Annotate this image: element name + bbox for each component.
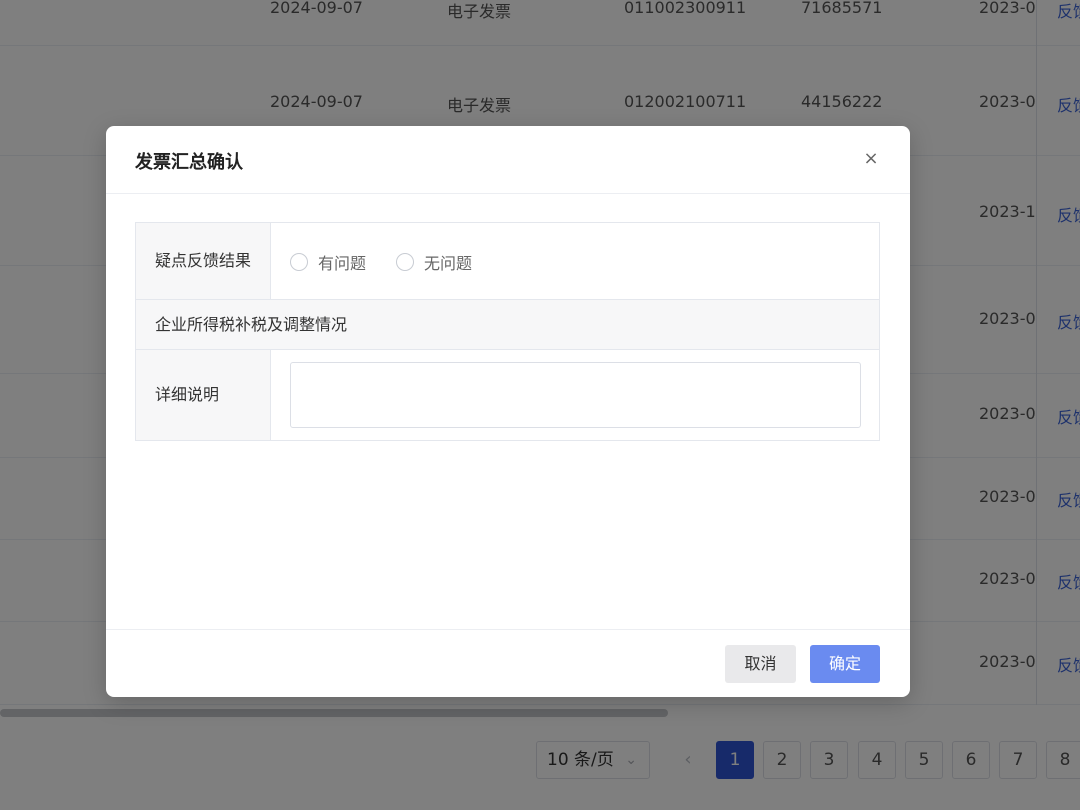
confirm-form: 疑点反馈结果 有问题 无问题 企业所得税补税及调整情况 详细说明 bbox=[135, 222, 880, 441]
section-title: 企业所得税补税及调整情况 bbox=[155, 315, 348, 334]
radio-has-problem[interactable]: 有问题 bbox=[290, 251, 366, 273]
form-row-detail: 详细说明 bbox=[136, 350, 879, 440]
dialog-title: 发票汇总确认 bbox=[135, 152, 243, 173]
feedback-result-options: 有问题 无问题 bbox=[271, 223, 879, 299]
radio-circle-icon[interactable] bbox=[290, 253, 308, 271]
radio-label: 无问题 bbox=[424, 254, 473, 273]
dialog-header: 发票汇总确认 × bbox=[106, 126, 910, 194]
dialog-footer: 取消 确定 bbox=[106, 629, 910, 697]
radio-label: 有问题 bbox=[318, 254, 367, 273]
detail-textarea[interactable] bbox=[290, 362, 861, 428]
form-row-feedback: 疑点反馈结果 有问题 无问题 bbox=[136, 223, 879, 300]
confirm-button[interactable]: 确定 bbox=[810, 645, 880, 683]
close-icon[interactable]: × bbox=[860, 148, 882, 170]
feedback-result-label: 疑点反馈结果 bbox=[136, 223, 271, 299]
form-section-header: 企业所得税补税及调整情况 bbox=[136, 300, 879, 350]
detail-content bbox=[271, 350, 879, 440]
invoice-summary-dialog: 发票汇总确认 × 疑点反馈结果 有问题 无问题 企业所得税补税及调整情况 详细说… bbox=[106, 126, 910, 697]
cancel-button[interactable]: 取消 bbox=[725, 645, 796, 683]
radio-no-problem[interactable]: 无问题 bbox=[396, 251, 472, 273]
radio-circle-icon[interactable] bbox=[396, 253, 414, 271]
detail-label: 详细说明 bbox=[136, 350, 271, 440]
